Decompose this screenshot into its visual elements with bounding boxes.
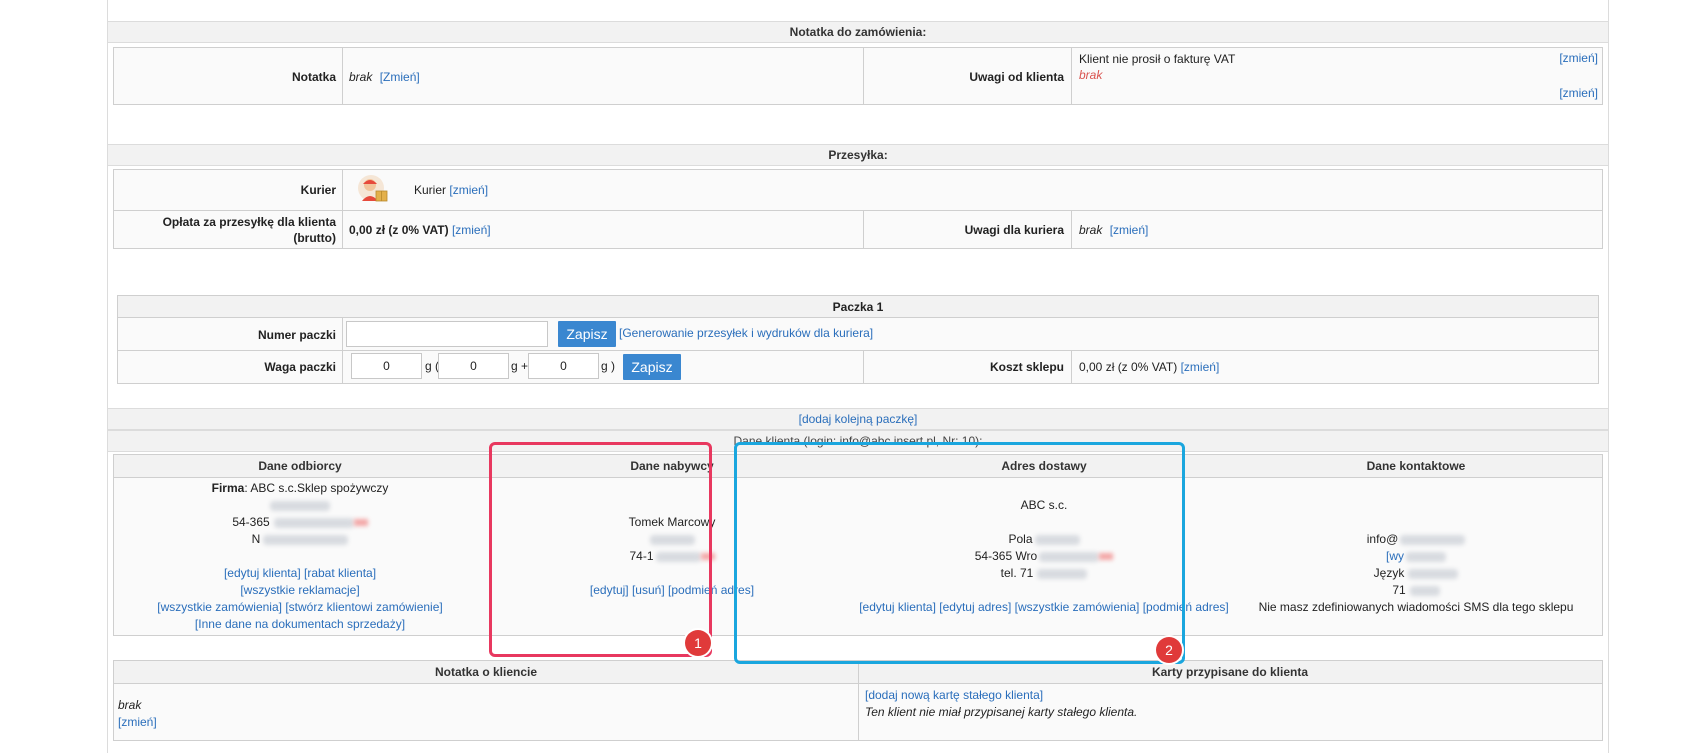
courier-notes-label: Uwagi dla kuriera <box>964 223 1064 237</box>
save-package-number-button[interactable]: Zapisz <box>558 321 616 347</box>
client-note-box: Notatka o kliencie Karty przypisane do k… <box>113 660 1603 741</box>
contact-link[interactable]: [wy <box>1386 549 1404 563</box>
courier-change-link[interactable]: [zmień] <box>449 183 488 197</box>
contact-email: info@ <box>1366 532 1399 546</box>
edit-client-link[interactable]: [edytuj klienta] <box>224 566 301 580</box>
create-order-link[interactable]: [stwórz klientowi zamówienie] <box>285 600 442 614</box>
courier-notes-change-link[interactable]: [zmień] <box>1110 223 1149 237</box>
order-note-header: Notatka do zamówienia: <box>108 21 1608 43</box>
package-box: Paczka 1 Numer paczki Zapisz [Generowani… <box>117 295 1599 384</box>
shop-cost-value: 0,00 zł (z 0% VAT) <box>1079 360 1178 374</box>
all-complaints-link[interactable]: [wszystkie reklamacje] <box>240 583 359 597</box>
package-header: Paczka 1 <box>118 296 1598 318</box>
add-loyalty-card-link[interactable]: [dodaj nową kartę stałego klienta] <box>865 688 1043 702</box>
package-weight-label: Waga paczki <box>264 360 336 374</box>
contact-phone: 71 <box>1392 583 1406 597</box>
recipient-title: Dane odbiorcy <box>114 455 486 478</box>
highlight-box-2 <box>734 442 1185 664</box>
client-remarks-label: Uwagi od klienta <box>969 70 1064 84</box>
shipment-header: Przesyłka: <box>108 144 1608 166</box>
client-note-title: Notatka o kliencie <box>114 661 858 684</box>
sms-info: Nie masz zdefiniowanych wiadomości SMS d… <box>1258 600 1574 614</box>
note-change-link[interactable]: [Zmień] <box>380 70 420 84</box>
recipient-data: Firma: ABC s.c.Sklep spożywczy 54-365 N … <box>114 480 486 633</box>
fee-change-link[interactable]: [zmień] <box>452 223 491 237</box>
courier-notes-value: brak <box>1079 223 1103 237</box>
weight-unit-2: g + <box>511 359 529 373</box>
weight-extra-input[interactable]: 0 <box>528 353 599 379</box>
all-orders-link[interactable]: [wszystkie zamówienia] <box>157 600 282 614</box>
weight-kg-input[interactable]: 0 <box>351 353 422 379</box>
generate-shipments-link[interactable]: [Generowanie przesyłek i wydruków dla ku… <box>619 326 873 340</box>
remarks-change-link[interactable]: [zmień] <box>1559 86 1598 100</box>
client-discount-link[interactable]: [rabat klienta] <box>304 566 376 580</box>
shipment-box: Kurier Kurier [zmień] Opłata za przesyłk… <box>113 169 1603 249</box>
weight-g-input[interactable]: 0 <box>438 353 509 379</box>
contact-data: info@ [wy Język 71 Nie masz zdefiniowany… <box>1230 531 1602 616</box>
recipient-zip: 54-365 <box>232 515 270 529</box>
order-note-box: Notatka brak [Zmień] Uwagi od klienta Kl… <box>113 47 1603 105</box>
weight-unit-1: g ( <box>425 359 440 373</box>
vat-text: Klient nie prosił o fakturę VAT <box>1079 52 1236 66</box>
package-number-input[interactable] <box>346 321 548 347</box>
contact-title: Dane kontaktowe <box>1230 455 1602 478</box>
save-package-weight-button[interactable]: Zapisz <box>623 354 681 380</box>
company-label: Firma <box>211 481 245 495</box>
company-value: : ABC s.c.Sklep spożywczy <box>244 481 389 495</box>
annotation-badge-1: 1 <box>685 630 711 656</box>
remarks-value: brak <box>1079 68 1103 82</box>
client-note-value: brak <box>118 698 142 712</box>
add-package-row: [dodaj kolejną paczkę] <box>108 408 1608 430</box>
cards-title: Karty przypisane do klienta <box>858 661 1602 684</box>
no-card-text: Ten klient nie miał przypisanej karty st… <box>865 705 1138 719</box>
courier-value: Kurier <box>414 183 447 197</box>
fee-value: 0,00 zł (z 0% VAT) <box>349 223 449 237</box>
recipient-nip: N <box>251 532 261 546</box>
client-note-change-link[interactable]: [zmień] <box>118 715 157 729</box>
note-value: brak <box>349 70 373 84</box>
courier-label: Kurier <box>300 183 336 197</box>
note-label: Notatka <box>291 70 336 84</box>
add-package-link[interactable]: [dodaj kolejną paczkę] <box>799 412 918 426</box>
courier-avatar-icon <box>357 174 389 206</box>
weight-unit-3: g ) <box>601 359 616 373</box>
highlight-box-1 <box>489 442 712 657</box>
shop-cost-change-link[interactable]: [zmień] <box>1181 360 1220 374</box>
blurred-street <box>270 500 330 511</box>
vat-change-link[interactable]: [zmień] <box>1559 51 1598 65</box>
contact-language: Język <box>1373 566 1405 580</box>
package-number-label: Numer paczki <box>257 328 336 342</box>
annotation-badge-2: 2 <box>1156 637 1182 663</box>
shop-cost-label: Koszt sklepu <box>989 360 1064 374</box>
fee-label: Opłata za przesyłkę dla klienta (brutto) <box>162 215 336 245</box>
other-sales-data-link[interactable]: [Inne dane na dokumentach sprzedaży] <box>195 617 405 631</box>
